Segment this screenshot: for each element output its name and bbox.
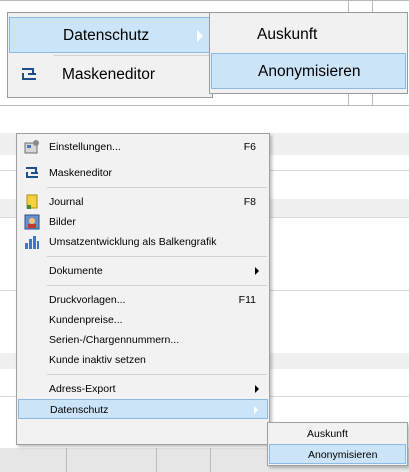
menu-item-label: Bilder	[49, 216, 76, 228]
menu-item-datenschutz[interactable]: Datenschutz	[18, 399, 268, 419]
background-line	[372, 0, 373, 12]
submenu-arrow-icon	[255, 267, 259, 275]
menu-item-label: Dokumente	[49, 265, 103, 277]
menu-item-shortcut: F11	[238, 294, 256, 306]
bar-chart-icon	[24, 234, 40, 250]
submenu-item-auskunft[interactable]: Auskunft	[269, 424, 406, 444]
context-menu: Einstellungen... F6 Maskeneditor Journal…	[16, 133, 270, 445]
menu-separator	[54, 55, 212, 56]
menu-separator	[47, 374, 267, 375]
menu-item-label: Anonymisieren	[258, 63, 361, 80]
menu-separator	[47, 187, 267, 188]
background-line	[348, 0, 349, 12]
zoomed-context-menu: Datenschutz Maskeneditor	[7, 12, 213, 98]
menu-item-umsatzentwicklung[interactable]: Umsatzentwicklung als Balkengrafik	[18, 232, 268, 252]
submenu-arrow-icon	[255, 385, 259, 393]
datenschutz-submenu: Auskunft Anonymisieren	[267, 422, 408, 466]
menu-item-kunde-inaktiv[interactable]: Kunde inaktiv setzen	[18, 350, 268, 370]
menu-item-einstellungen[interactable]: Einstellungen... F6	[18, 137, 268, 157]
menu-item-label: Datenschutz	[50, 404, 109, 416]
settings-icon	[24, 139, 40, 155]
menu-separator	[47, 285, 267, 286]
background-gridline	[156, 448, 157, 472]
zoomed-menu-item-datenschutz[interactable]: Datenschutz	[9, 17, 212, 53]
menu-item-label: Kunde inaktiv setzen	[49, 354, 146, 366]
zoomed-submenu: Auskunft Anonymisieren	[209, 12, 408, 94]
menu-item-label: Umsatzentwicklung als Balkengrafik	[49, 236, 217, 248]
menu-item-bilder[interactable]: Bilder	[18, 212, 268, 232]
menu-item-label: Adress-Export	[49, 383, 116, 395]
menu-item-label: Druckvorlagen...	[49, 294, 126, 306]
menu-item-kundenpreise[interactable]: Kundenpreise...	[18, 310, 268, 330]
submenu-item-anonymisieren[interactable]: Anonymisieren	[269, 444, 406, 464]
menu-item-label: Serien-/Chargennummern...	[49, 334, 180, 346]
menu-item-shortcut: F8	[243, 196, 256, 208]
menu-item-label: Auskunft	[257, 26, 318, 43]
submenu-arrow-icon	[197, 30, 203, 42]
zoomed-menu-item-maskeneditor[interactable]: Maskeneditor	[9, 57, 212, 93]
zoomed-submenu-item-anonymisieren[interactable]: Anonymisieren	[211, 53, 406, 89]
mask-editor-icon	[24, 165, 40, 181]
submenu-arrow-icon	[254, 406, 258, 414]
menu-item-label: Maskeneditor	[62, 66, 156, 83]
images-icon	[24, 214, 40, 230]
background-gridline	[66, 448, 67, 472]
journal-icon	[24, 194, 40, 210]
menu-item-adress-export[interactable]: Adress-Export	[18, 379, 268, 399]
mask-editor-icon	[20, 66, 38, 84]
menu-item-druckvorlagen[interactable]: Druckvorlagen... F11	[18, 290, 268, 310]
menu-item-label: Auskunft	[307, 428, 348, 440]
background-gridline	[210, 448, 211, 472]
menu-separator	[47, 256, 267, 257]
menu-item-label: Anonymisieren	[308, 449, 378, 461]
menu-item-label: Maskeneditor	[49, 167, 113, 179]
menu-item-maskeneditor[interactable]: Maskeneditor	[18, 163, 268, 183]
zoomed-submenu-item-auskunft[interactable]: Auskunft	[211, 17, 406, 53]
menu-item-label: Kundenpreise...	[49, 314, 123, 326]
menu-item-shortcut: F6	[243, 141, 256, 153]
background-line	[0, 105, 409, 106]
menu-item-journal[interactable]: Journal F8	[18, 192, 268, 212]
menu-item-label: Einstellungen...	[49, 141, 121, 153]
menu-item-dokumente[interactable]: Dokumente	[18, 261, 268, 281]
menu-item-label: Datenschutz	[63, 27, 150, 44]
menu-item-seriennummern[interactable]: Serien-/Chargennummern...	[18, 330, 268, 350]
menu-item-label: Journal	[49, 196, 84, 208]
